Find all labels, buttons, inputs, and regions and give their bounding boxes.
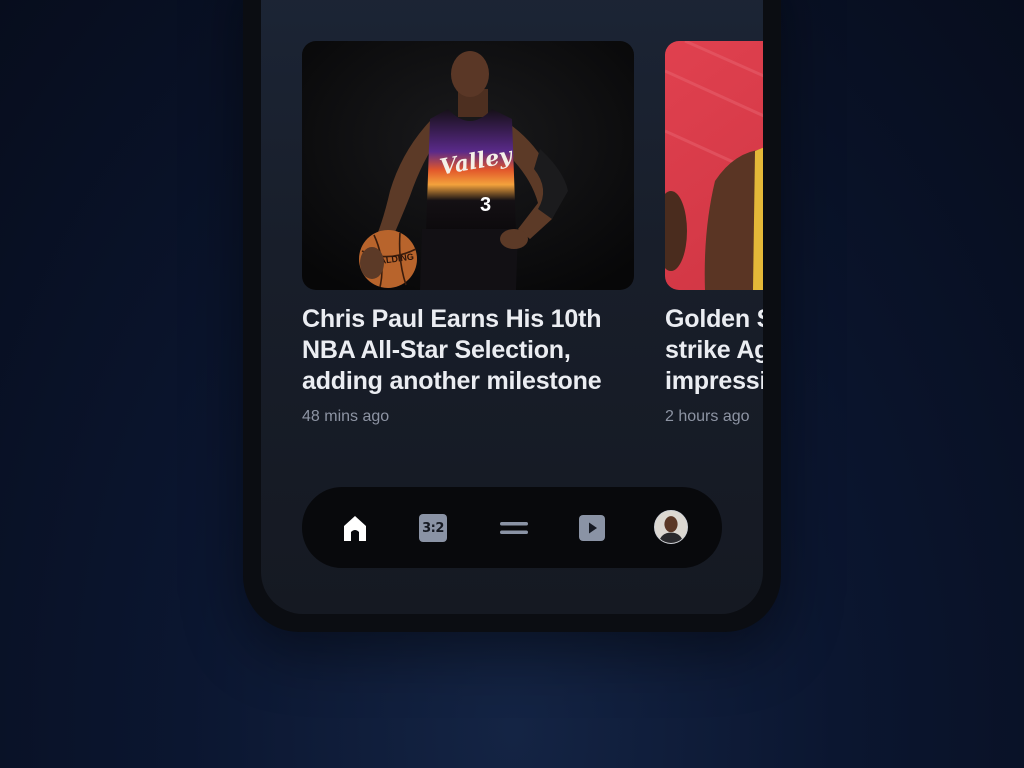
nav-home-button[interactable] [338, 511, 372, 545]
menu-icon [500, 522, 528, 534]
article-timestamp: 2 hours ago [665, 408, 750, 425]
headline-line[interactable]: NBA All-Star Selection, [302, 335, 634, 366]
phone-frame: Valley 3 SPALDING Chris Paul Earns His 1… [243, 0, 781, 632]
news-card[interactable]: Golden State Warriors strike Against imp… [665, 41, 763, 426]
svg-text:3: 3 [480, 194, 491, 216]
phone-screen: Valley 3 SPALDING Chris Paul Earns His 1… [261, 0, 763, 614]
headline-line[interactable]: adding another milestone [302, 366, 634, 397]
nav-video-button[interactable] [575, 511, 609, 545]
scores-icon: 3:2 [419, 514, 447, 542]
profile-avatar [655, 511, 687, 543]
headline-line[interactable]: impressive [665, 366, 763, 397]
headline-line[interactable]: Chris Paul Earns His 10th [302, 304, 634, 335]
article-headline[interactable]: Golden State Warriors strike Against imp… [665, 304, 763, 397]
bottom-nav-bar: 3:2 [302, 487, 722, 568]
headline-line[interactable]: Golden State Warriors [665, 304, 763, 335]
nav-scores-button[interactable]: 3:2 [416, 511, 450, 545]
article-image-basketball-player[interactable] [665, 41, 763, 290]
nav-menu-button[interactable] [497, 511, 531, 545]
video-play-icon [579, 515, 605, 541]
article-timestamp: 48 mins ago [302, 408, 390, 425]
article-headline[interactable]: Chris Paul Earns His 10th NBA All-Star S… [302, 304, 634, 397]
article-image-chris-paul[interactable]: Valley 3 SPALDING [302, 41, 634, 290]
news-card[interactable]: Valley 3 SPALDING Chris Paul Earns His 1… [302, 41, 634, 426]
home-icon [344, 516, 366, 541]
headline-line[interactable]: strike Against [665, 335, 763, 366]
nav-profile-button[interactable] [654, 510, 688, 544]
